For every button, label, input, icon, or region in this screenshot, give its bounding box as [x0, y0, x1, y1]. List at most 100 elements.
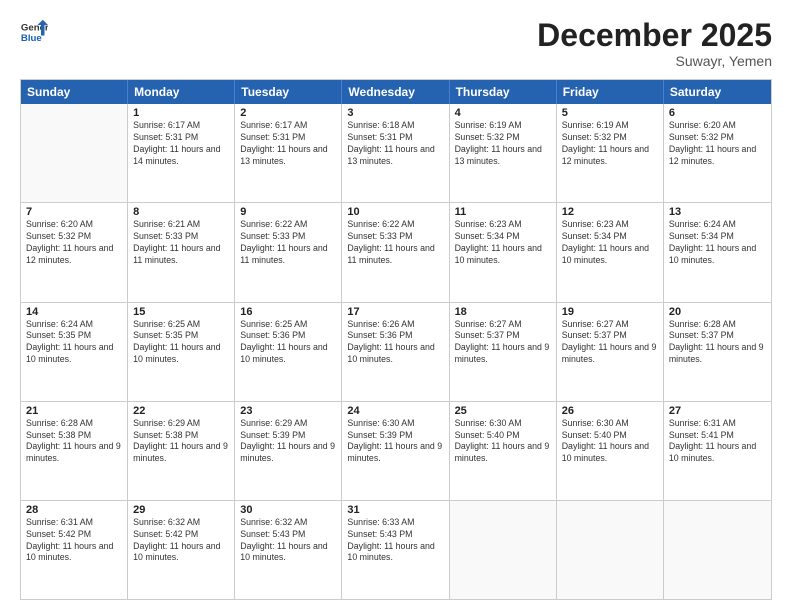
- day-info: Sunrise: 6:30 AM Sunset: 5:40 PM Dayligh…: [455, 418, 551, 466]
- day-number: 15: [133, 306, 229, 318]
- day-cell-2: 2Sunrise: 6:17 AM Sunset: 5:31 PM Daylig…: [235, 104, 342, 202]
- day-info: Sunrise: 6:18 AM Sunset: 5:31 PM Dayligh…: [347, 120, 443, 168]
- day-cell-27: 27Sunrise: 6:31 AM Sunset: 5:41 PM Dayli…: [664, 402, 771, 500]
- page: General Blue December 2025 Suwayr, Yemen…: [0, 0, 792, 612]
- day-number: 27: [669, 405, 766, 417]
- day-info: Sunrise: 6:19 AM Sunset: 5:32 PM Dayligh…: [562, 120, 658, 168]
- day-cell-empty: [21, 104, 128, 202]
- day-number: 13: [669, 206, 766, 218]
- day-info: Sunrise: 6:19 AM Sunset: 5:32 PM Dayligh…: [455, 120, 551, 168]
- day-number: 10: [347, 206, 443, 218]
- day-info: Sunrise: 6:25 AM Sunset: 5:36 PM Dayligh…: [240, 319, 336, 367]
- day-number: 5: [562, 107, 658, 119]
- day-info: Sunrise: 6:29 AM Sunset: 5:39 PM Dayligh…: [240, 418, 336, 466]
- day-info: Sunrise: 6:30 AM Sunset: 5:40 PM Dayligh…: [562, 418, 658, 466]
- day-cell-empty: [557, 501, 664, 599]
- day-cell-12: 12Sunrise: 6:23 AM Sunset: 5:34 PM Dayli…: [557, 203, 664, 301]
- day-number: 4: [455, 107, 551, 119]
- day-info: Sunrise: 6:31 AM Sunset: 5:42 PM Dayligh…: [26, 517, 122, 565]
- day-number: 23: [240, 405, 336, 417]
- day-cell-24: 24Sunrise: 6:30 AM Sunset: 5:39 PM Dayli…: [342, 402, 449, 500]
- calendar-row-5: 28Sunrise: 6:31 AM Sunset: 5:42 PM Dayli…: [21, 500, 771, 599]
- day-cell-20: 20Sunrise: 6:28 AM Sunset: 5:37 PM Dayli…: [664, 303, 771, 401]
- day-cell-23: 23Sunrise: 6:29 AM Sunset: 5:39 PM Dayli…: [235, 402, 342, 500]
- calendar-row-2: 7Sunrise: 6:20 AM Sunset: 5:32 PM Daylig…: [21, 202, 771, 301]
- day-number: 30: [240, 504, 336, 516]
- title-block: December 2025 Suwayr, Yemen: [537, 18, 772, 69]
- day-number: 31: [347, 504, 443, 516]
- day-cell-21: 21Sunrise: 6:28 AM Sunset: 5:38 PM Dayli…: [21, 402, 128, 500]
- day-header-sunday: Sunday: [21, 80, 128, 104]
- month-title: December 2025: [537, 18, 772, 53]
- day-cell-17: 17Sunrise: 6:26 AM Sunset: 5:36 PM Dayli…: [342, 303, 449, 401]
- day-info: Sunrise: 6:28 AM Sunset: 5:38 PM Dayligh…: [26, 418, 122, 466]
- day-header-monday: Monday: [128, 80, 235, 104]
- calendar-row-1: 1Sunrise: 6:17 AM Sunset: 5:31 PM Daylig…: [21, 104, 771, 202]
- day-info: Sunrise: 6:27 AM Sunset: 5:37 PM Dayligh…: [562, 319, 658, 367]
- day-number: 21: [26, 405, 122, 417]
- calendar-body: 1Sunrise: 6:17 AM Sunset: 5:31 PM Daylig…: [21, 104, 771, 599]
- day-number: 12: [562, 206, 658, 218]
- calendar-row-3: 14Sunrise: 6:24 AM Sunset: 5:35 PM Dayli…: [21, 302, 771, 401]
- day-info: Sunrise: 6:23 AM Sunset: 5:34 PM Dayligh…: [455, 219, 551, 267]
- day-cell-13: 13Sunrise: 6:24 AM Sunset: 5:34 PM Dayli…: [664, 203, 771, 301]
- day-cell-5: 5Sunrise: 6:19 AM Sunset: 5:32 PM Daylig…: [557, 104, 664, 202]
- day-number: 6: [669, 107, 766, 119]
- calendar-header: SundayMondayTuesdayWednesdayThursdayFrid…: [21, 80, 771, 104]
- day-number: 8: [133, 206, 229, 218]
- day-info: Sunrise: 6:17 AM Sunset: 5:31 PM Dayligh…: [133, 120, 229, 168]
- day-number: 29: [133, 504, 229, 516]
- day-cell-3: 3Sunrise: 6:18 AM Sunset: 5:31 PM Daylig…: [342, 104, 449, 202]
- day-number: 22: [133, 405, 229, 417]
- day-cell-11: 11Sunrise: 6:23 AM Sunset: 5:34 PM Dayli…: [450, 203, 557, 301]
- day-info: Sunrise: 6:20 AM Sunset: 5:32 PM Dayligh…: [669, 120, 766, 168]
- day-cell-6: 6Sunrise: 6:20 AM Sunset: 5:32 PM Daylig…: [664, 104, 771, 202]
- day-cell-16: 16Sunrise: 6:25 AM Sunset: 5:36 PM Dayli…: [235, 303, 342, 401]
- day-header-tuesday: Tuesday: [235, 80, 342, 104]
- day-info: Sunrise: 6:29 AM Sunset: 5:38 PM Dayligh…: [133, 418, 229, 466]
- day-info: Sunrise: 6:21 AM Sunset: 5:33 PM Dayligh…: [133, 219, 229, 267]
- day-cell-14: 14Sunrise: 6:24 AM Sunset: 5:35 PM Dayli…: [21, 303, 128, 401]
- day-number: 2: [240, 107, 336, 119]
- day-cell-empty: [664, 501, 771, 599]
- day-cell-10: 10Sunrise: 6:22 AM Sunset: 5:33 PM Dayli…: [342, 203, 449, 301]
- day-number: 1: [133, 107, 229, 119]
- svg-text:Blue: Blue: [21, 33, 42, 44]
- day-number: 25: [455, 405, 551, 417]
- day-number: 18: [455, 306, 551, 318]
- day-info: Sunrise: 6:17 AM Sunset: 5:31 PM Dayligh…: [240, 120, 336, 168]
- day-cell-31: 31Sunrise: 6:33 AM Sunset: 5:43 PM Dayli…: [342, 501, 449, 599]
- day-info: Sunrise: 6:22 AM Sunset: 5:33 PM Dayligh…: [347, 219, 443, 267]
- day-cell-29: 29Sunrise: 6:32 AM Sunset: 5:42 PM Dayli…: [128, 501, 235, 599]
- day-number: 26: [562, 405, 658, 417]
- day-number: 17: [347, 306, 443, 318]
- day-info: Sunrise: 6:23 AM Sunset: 5:34 PM Dayligh…: [562, 219, 658, 267]
- day-number: 19: [562, 306, 658, 318]
- day-info: Sunrise: 6:24 AM Sunset: 5:35 PM Dayligh…: [26, 319, 122, 367]
- day-info: Sunrise: 6:32 AM Sunset: 5:43 PM Dayligh…: [240, 517, 336, 565]
- day-number: 16: [240, 306, 336, 318]
- calendar-row-4: 21Sunrise: 6:28 AM Sunset: 5:38 PM Dayli…: [21, 401, 771, 500]
- day-info: Sunrise: 6:28 AM Sunset: 5:37 PM Dayligh…: [669, 319, 766, 367]
- day-cell-25: 25Sunrise: 6:30 AM Sunset: 5:40 PM Dayli…: [450, 402, 557, 500]
- day-cell-8: 8Sunrise: 6:21 AM Sunset: 5:33 PM Daylig…: [128, 203, 235, 301]
- day-number: 28: [26, 504, 122, 516]
- day-cell-18: 18Sunrise: 6:27 AM Sunset: 5:37 PM Dayli…: [450, 303, 557, 401]
- day-number: 11: [455, 206, 551, 218]
- day-header-wednesday: Wednesday: [342, 80, 449, 104]
- day-number: 3: [347, 107, 443, 119]
- day-info: Sunrise: 6:33 AM Sunset: 5:43 PM Dayligh…: [347, 517, 443, 565]
- day-cell-4: 4Sunrise: 6:19 AM Sunset: 5:32 PM Daylig…: [450, 104, 557, 202]
- day-cell-22: 22Sunrise: 6:29 AM Sunset: 5:38 PM Dayli…: [128, 402, 235, 500]
- day-cell-7: 7Sunrise: 6:20 AM Sunset: 5:32 PM Daylig…: [21, 203, 128, 301]
- location: Suwayr, Yemen: [537, 53, 772, 69]
- day-cell-28: 28Sunrise: 6:31 AM Sunset: 5:42 PM Dayli…: [21, 501, 128, 599]
- day-info: Sunrise: 6:26 AM Sunset: 5:36 PM Dayligh…: [347, 319, 443, 367]
- day-header-friday: Friday: [557, 80, 664, 104]
- calendar: SundayMondayTuesdayWednesdayThursdayFrid…: [20, 79, 772, 600]
- day-header-saturday: Saturday: [664, 80, 771, 104]
- day-cell-30: 30Sunrise: 6:32 AM Sunset: 5:43 PM Dayli…: [235, 501, 342, 599]
- day-cell-1: 1Sunrise: 6:17 AM Sunset: 5:31 PM Daylig…: [128, 104, 235, 202]
- day-info: Sunrise: 6:24 AM Sunset: 5:34 PM Dayligh…: [669, 219, 766, 267]
- day-header-thursday: Thursday: [450, 80, 557, 104]
